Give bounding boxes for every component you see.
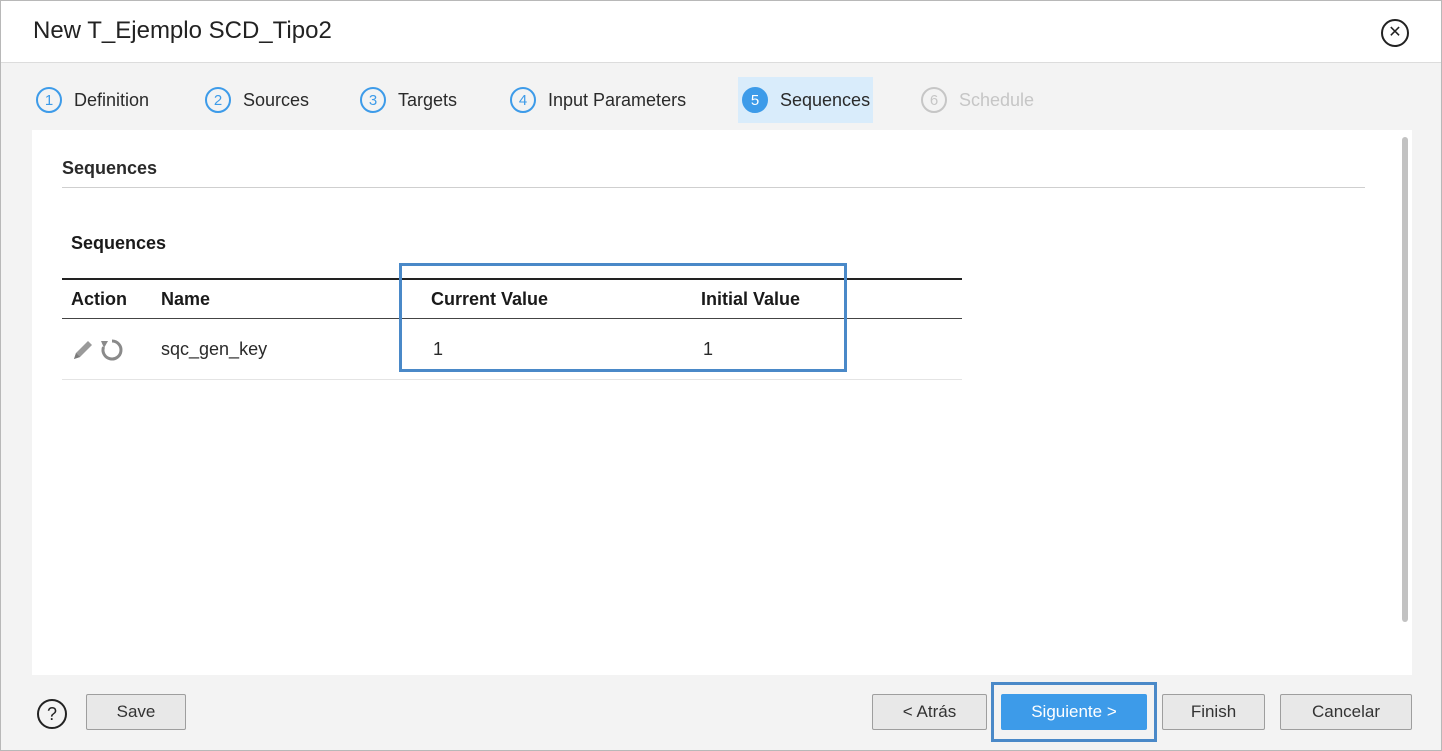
- next-button-highlight: [991, 682, 1157, 742]
- finish-button[interactable]: Finish: [1162, 694, 1265, 730]
- dialog-titlebar: New T_Ejemplo SCD_Tipo2 ✕: [1, 1, 1441, 63]
- step-input-parameters[interactable]: 4 Input Parameters: [506, 77, 686, 123]
- sequence-name: sqc_gen_key: [161, 339, 268, 359]
- step-schedule: 6 Schedule: [917, 77, 1034, 123]
- step-sources[interactable]: 2 Sources: [201, 77, 309, 123]
- step-number: 3: [360, 87, 386, 113]
- close-button[interactable]: ✕: [1381, 19, 1409, 47]
- step-number: 5: [742, 87, 768, 113]
- vertical-scrollbar[interactable]: [1402, 137, 1408, 622]
- step-number: 6: [921, 87, 947, 113]
- step-label: Sources: [243, 89, 310, 110]
- close-icon: ✕: [1388, 24, 1402, 41]
- save-button[interactable]: Save: [86, 694, 186, 730]
- step-number: 1: [36, 87, 62, 113]
- column-header-action: Action: [71, 289, 127, 309]
- dialog-footer: ? Save < Atrás Siguiente > Finish Cancel…: [1, 676, 1441, 750]
- step-definition[interactable]: 1 Definition: [32, 77, 149, 123]
- step-sequences[interactable]: 5 Sequences: [738, 77, 873, 123]
- cancel-button[interactable]: Cancelar: [1280, 694, 1412, 730]
- section-title: Sequences: [62, 158, 158, 178]
- step-number: 2: [205, 87, 231, 113]
- step-number: 4: [510, 87, 536, 113]
- step-label: Input Parameters: [548, 89, 687, 110]
- step-label: Schedule: [959, 89, 1035, 110]
- step-label: Definition: [74, 89, 150, 110]
- help-icon: ?: [46, 703, 57, 724]
- table-title: Sequences: [71, 233, 167, 253]
- dialog-title: New T_Ejemplo SCD_Tipo2: [33, 17, 332, 44]
- step-label: Sequences: [780, 89, 871, 110]
- edit-icon[interactable]: [70, 337, 96, 363]
- help-button[interactable]: ?: [37, 699, 67, 729]
- section-divider: [62, 187, 1365, 188]
- value-columns-highlight: [399, 263, 847, 372]
- wizard-dialog: New T_Ejemplo SCD_Tipo2 ✕ 1 Definition 2…: [0, 0, 1442, 751]
- column-header-name: Name: [161, 289, 211, 309]
- step-targets[interactable]: 3 Targets: [356, 77, 457, 123]
- reset-icon[interactable]: [99, 337, 125, 363]
- wizard-steps: 1 Definition 2 Sources 3 Targets 4 Input…: [1, 63, 1441, 129]
- back-button[interactable]: < Atrás: [872, 694, 987, 730]
- step-label: Targets: [398, 89, 458, 110]
- content-panel: Sequences Sequences Action Name Current …: [32, 130, 1412, 675]
